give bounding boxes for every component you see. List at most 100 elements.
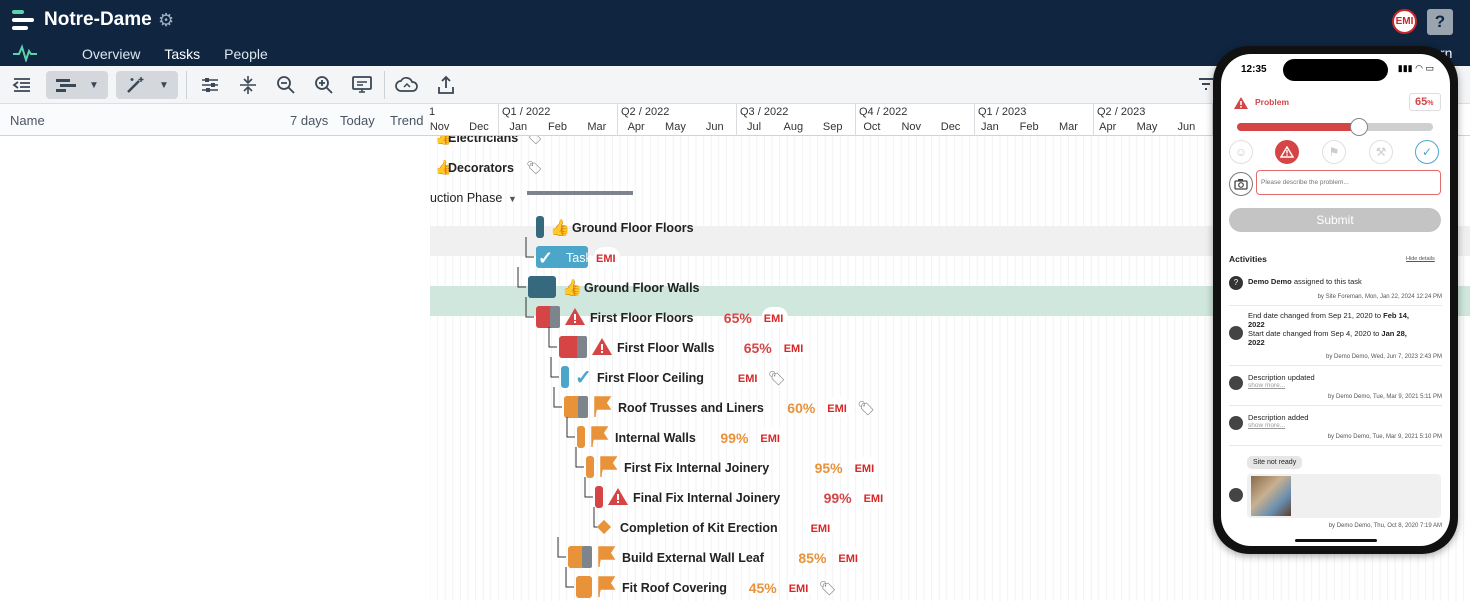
table-row[interactable]: Task 0 0 ⟶	[0, 241, 430, 271]
percent-value: 65	[1415, 96, 1428, 108]
progress-remainder	[578, 396, 588, 418]
task-bar[interactable]	[576, 576, 592, 598]
flag-icon	[600, 456, 618, 477]
problem-description-input[interactable]	[1256, 170, 1441, 195]
site-photo-thumbnail[interactable]	[1251, 476, 1291, 516]
hide-details-link[interactable]: Hide details	[1406, 256, 1435, 262]
zoom-in-icon[interactable]	[310, 71, 338, 99]
table-row[interactable]: Final Fix Internal Joinery 0 0 ⟶	[0, 481, 430, 511]
cloud-sync-icon[interactable]	[392, 71, 422, 99]
zoom-out-icon[interactable]	[272, 71, 300, 99]
slider-handle[interactable]	[1349, 118, 1368, 136]
activity-meta: by Demo Demo, Tue, Mar 9, 2021 5:10 PM	[1327, 434, 1442, 440]
app-logo-icon[interactable]	[12, 10, 34, 30]
flag-status-icon[interactable]: ⚑	[1322, 140, 1346, 164]
collapse-icon[interactable]	[234, 71, 262, 99]
filter-sliders-icon[interactable]	[196, 71, 224, 99]
avatar[interactable]: EMI	[1392, 9, 1417, 34]
milestone-diamond[interactable]	[596, 519, 612, 535]
trend-arrow-icon: ⟶	[390, 335, 416, 355]
activity-item: Description updated show more... by Demo…	[1229, 366, 1442, 406]
gear-icon[interactable]: ⚙	[158, 10, 174, 31]
table-row[interactable]: Build External Wall Leaf -325 -325 ⟶	[0, 541, 430, 571]
table-row[interactable]: First Fix Internal Joinery 0 0 ⟶	[0, 451, 430, 481]
table-row[interactable]: Roof Trusses and Liners -332 -332 ⟶	[0, 391, 430, 421]
collapse-caret-icon[interactable]: ▼	[508, 194, 517, 204]
month-label: Nov	[901, 121, 922, 133]
task-bar[interactable]	[595, 486, 603, 508]
activity-pulse-icon[interactable]	[12, 44, 38, 62]
show-more-link[interactable]: show more...	[1248, 382, 1285, 389]
table-row[interactable]: Internal Walls 0 0 ⟶	[0, 421, 430, 451]
check-status-icon[interactable]: ✓	[1415, 140, 1439, 164]
gantt-task-label: Task	[566, 251, 592, 265]
summary-bar[interactable]	[527, 191, 633, 195]
month-label: Apr	[1099, 121, 1117, 133]
task-bar[interactable]	[536, 216, 544, 238]
tools-dropdown[interactable]: ▼	[116, 71, 178, 99]
task-name: Decorators	[48, 159, 112, 174]
worker-status-icon[interactable]: ⚒	[1369, 140, 1393, 164]
table-row[interactable]: Ground Floor Floors 0 0 ⟶	[0, 211, 430, 241]
collapse-caret-icon[interactable]: ▼	[34, 190, 44, 201]
gantt-task-label: Build External Wall Leaf	[622, 551, 765, 565]
dependency-connector	[575, 447, 584, 468]
warning-icon-dot	[574, 321, 576, 323]
table-row[interactable]: ⋮⋮ First Floor Floors -346 -346 ⟶	[0, 301, 430, 331]
upload-icon[interactable]	[432, 71, 460, 99]
month-label: Jan	[980, 121, 999, 133]
column-header-name[interactable]: Name	[10, 113, 45, 128]
camera-icon[interactable]	[1229, 172, 1253, 196]
task-bar[interactable]	[561, 366, 569, 388]
column-header-trend[interactable]: Trend	[390, 113, 423, 128]
problem-status-icon[interactable]	[1275, 140, 1299, 164]
task-7-days: 0	[312, 429, 320, 444]
help-icon[interactable]: ?	[1427, 9, 1453, 35]
task-today: -325	[343, 549, 370, 564]
task-7-days: 0	[312, 249, 320, 264]
drag-handle-icon[interactable]: ⋮⋮	[8, 308, 26, 321]
view-mode-dropdown[interactable]: ▼	[46, 71, 108, 99]
table-row[interactable]: Completion of Kit Erection -317 -317 ⟶	[0, 511, 430, 541]
progress-percent: 99%	[720, 430, 749, 446]
task-today: 0	[362, 489, 370, 504]
task-7-days: -327	[293, 579, 320, 594]
gantt-task-label: First Floor Ceiling	[597, 371, 704, 385]
table-row[interactable]: First Floor Walls -332 -332 ⟶	[0, 331, 430, 361]
progress-remainder	[550, 306, 560, 328]
progress-percent: 95%	[815, 460, 844, 476]
user-badge-text: EMI	[738, 373, 758, 385]
table-row[interactable]: Fit Roof Covering -327 -327 ⟶	[0, 571, 430, 601]
task-7-days: -317	[293, 519, 320, 534]
trend-arrow-icon: ⟶	[390, 545, 416, 565]
dynamic-island	[1283, 59, 1388, 81]
submit-button[interactable]: Submit	[1229, 208, 1441, 232]
progress-slider[interactable]	[1237, 118, 1433, 136]
table-row[interactable]: ▼ Construction Phase ⟶	[0, 181, 430, 211]
show-more-link[interactable]: show more...	[1248, 422, 1285, 429]
table-row[interactable]: Decorators 0 0 ⟶	[0, 151, 430, 181]
month-label: Dec	[469, 121, 489, 133]
month-label: Oct	[863, 121, 881, 133]
task-bar[interactable]	[528, 276, 556, 298]
dependency-connector	[584, 477, 593, 498]
task-today: 0	[362, 249, 370, 264]
progress-percent: 45%	[749, 580, 778, 596]
table-row[interactable]: First Floor Ceiling 0 0 ⟶	[0, 361, 430, 391]
column-header-7-days[interactable]: 7 days	[290, 113, 328, 128]
quarter-label: Q1 / 2023	[978, 106, 1027, 118]
column-header-today[interactable]: Today	[340, 113, 375, 128]
task-bar[interactable]	[586, 456, 594, 478]
project-title[interactable]: Notre-Dame	[44, 9, 152, 31]
monitor-icon[interactable]	[348, 71, 376, 99]
comment-bubble: Site not ready	[1247, 456, 1303, 469]
activity-user: Demo Demo	[1248, 277, 1292, 286]
outdent-icon[interactable]	[8, 71, 36, 99]
trend-arrow-icon: ⟶	[390, 485, 416, 505]
task-bar[interactable]	[577, 426, 585, 448]
month-label: Sep	[822, 121, 843, 133]
table-row[interactable]: Ground Floor Walls 0 0 ⟶	[0, 271, 430, 301]
people-status-icon[interactable]: ☺	[1229, 140, 1253, 164]
gantt-task-label: Final Fix Internal Joinery	[633, 491, 780, 505]
percent-input[interactable]: 65%	[1409, 93, 1441, 111]
